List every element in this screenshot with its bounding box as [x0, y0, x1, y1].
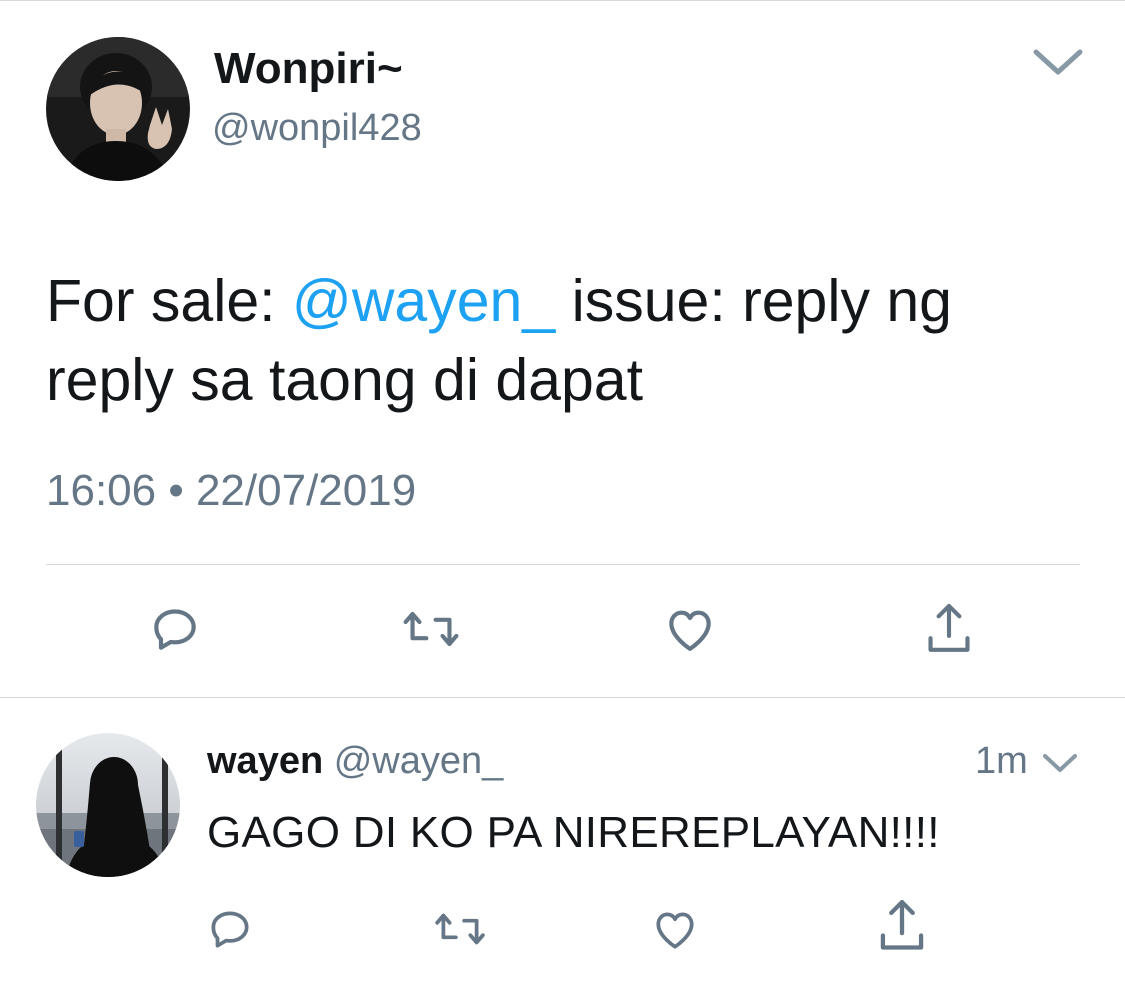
- like-button[interactable]: [643, 897, 707, 961]
- user-handle[interactable]: @wayen_: [334, 740, 504, 782]
- tweet-timestamp[interactable]: 16:06 • 22/07/2019: [46, 466, 416, 516]
- divider: [46, 564, 1080, 565]
- user-handle[interactable]: @wonpil428: [212, 107, 422, 150]
- like-icon: [669, 610, 711, 651]
- like-icon: [656, 912, 694, 949]
- share-icon: [880, 900, 924, 950]
- retweet-button[interactable]: [428, 897, 492, 961]
- display-name[interactable]: wayen: [207, 740, 323, 782]
- retweet-icon: [403, 611, 459, 647]
- share-icon: [928, 603, 970, 652]
- avatar[interactable]: [36, 733, 180, 877]
- relative-time[interactable]: 1m: [975, 740, 1028, 783]
- tweet-text: GAGO DI KO PA NIREREPLAYAN!!!!: [207, 808, 940, 857]
- share-button[interactable]: [870, 894, 934, 958]
- reply-button[interactable]: [198, 897, 262, 961]
- reply-header: wayen @wayen_: [207, 740, 503, 783]
- reply-button[interactable]: [143, 597, 207, 661]
- like-button[interactable]: [658, 597, 722, 661]
- display-name[interactable]: Wonpiri~: [214, 44, 403, 94]
- reply-icon: [211, 911, 249, 948]
- retweet-icon: [435, 913, 485, 945]
- chevron-down-icon[interactable]: [1040, 749, 1080, 777]
- top-border: [0, 0, 1125, 1]
- avatar[interactable]: [46, 37, 190, 181]
- share-button[interactable]: [917, 597, 981, 661]
- mention-link[interactable]: @wayen_: [292, 268, 555, 334]
- retweet-button[interactable]: [399, 597, 463, 661]
- tweet-text-start: For sale:: [46, 268, 292, 334]
- tweet-divider: [0, 697, 1125, 698]
- tweet-text: For sale: @wayen_ issue: reply ng reply …: [46, 262, 1046, 420]
- chevron-down-icon[interactable]: [1030, 42, 1086, 82]
- reply-icon: [154, 609, 196, 650]
